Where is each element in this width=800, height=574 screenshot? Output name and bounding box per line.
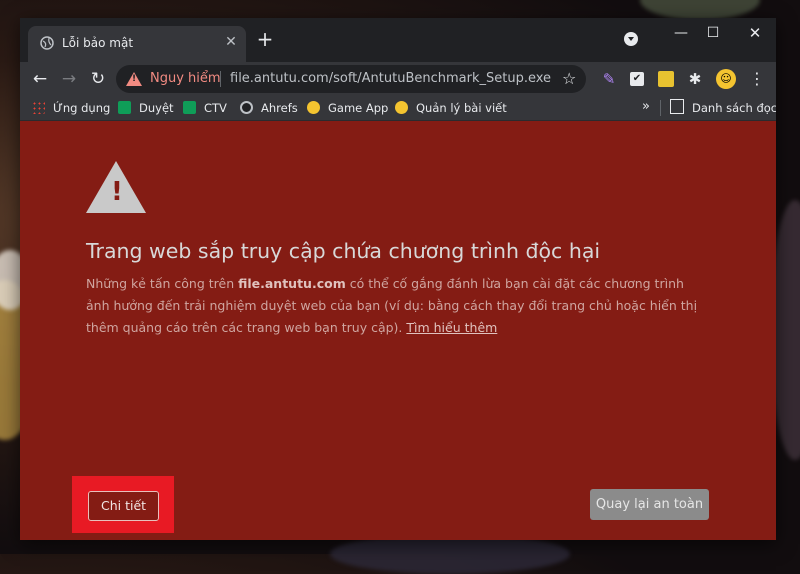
profile-avatar-icon[interactable]: ☺ <box>716 69 736 89</box>
pen-extension-icon[interactable]: ✎ <box>600 70 618 88</box>
bookmark-label: Game App <box>328 101 389 115</box>
bookmark-duyet[interactable]: Duyệt <box>118 99 174 117</box>
bookmark-label: CTV <box>204 101 227 115</box>
tab-strip: Lỗi bảo mật ✕ + — ☐ ✕ <box>20 18 776 62</box>
apps-grid-icon <box>32 101 45 114</box>
url-text[interactable]: file.antutu.com/soft/AntutuBenchmark_Set… <box>230 71 551 86</box>
forward-button[interactable]: → <box>58 68 80 90</box>
mmo-extension-icon[interactable] <box>658 71 674 87</box>
new-tab-button[interactable]: + <box>256 29 274 49</box>
back-to-safety-button[interactable]: Quay lại an toàn <box>590 489 709 520</box>
bookmark-game-app[interactable]: Game App <box>307 99 388 117</box>
bookmark-label: Quản lý bài viết <box>416 101 507 115</box>
page-title: Trang web sắp truy cập chứa chương trình… <box>86 239 601 263</box>
details-button[interactable]: Chi tiết <box>88 491 159 521</box>
extensions-puzzle-icon[interactable]: ✱ <box>686 70 704 88</box>
address-divider <box>220 71 221 87</box>
runner-icon <box>307 101 320 114</box>
wallpaper-art <box>330 534 570 574</box>
runner-icon <box>395 101 408 114</box>
malware-warning-page: ! Trang web sắp truy cập chứa chương trì… <box>20 121 776 540</box>
bookmark-apps[interactable]: Ứng dụng <box>32 99 110 117</box>
sheets-icon <box>118 101 131 114</box>
security-status[interactable]: Nguy hiểm <box>150 71 221 86</box>
malicious-domain: file.antutu.com <box>238 276 346 291</box>
wallpaper-art <box>640 0 760 20</box>
tab-title: Lỗi bảo mật <box>62 36 134 50</box>
menu-icon[interactable]: ⋮ <box>748 70 766 88</box>
description-text: Những kẻ tấn công trên <box>86 276 239 291</box>
tab-search-icon[interactable] <box>624 32 638 46</box>
learn-more-link[interactable]: Tìm hiểu thêm <box>406 320 497 335</box>
bookmark-label: Ứng dụng <box>53 101 111 115</box>
tab-close-icon[interactable]: ✕ <box>224 35 238 49</box>
maximize-button[interactable]: ☐ <box>698 22 728 44</box>
reload-button[interactable]: ↻ <box>87 68 109 90</box>
bookmarks-bar: Ứng dụng Duyệt CTV Ahrefs Game App Quản … <box>20 96 776 121</box>
globe-icon <box>40 36 54 50</box>
warning-exclamation: ! <box>111 177 123 207</box>
bookmark-label: Ahrefs <box>261 101 298 115</box>
back-button[interactable]: ← <box>29 68 51 90</box>
bookmark-quan-ly-bai-viet[interactable]: Quản lý bài viết <box>395 99 507 117</box>
warning-icon[interactable] <box>126 72 142 86</box>
reading-list-label: Danh sách đọc <box>692 101 776 115</box>
reading-list-button[interactable]: Danh sách đọc <box>670 99 776 117</box>
bookmark-star-icon[interactable]: ☆ <box>562 69 576 88</box>
bookmark-ahrefs[interactable]: Ahrefs <box>240 99 298 117</box>
bookmark-ctv[interactable]: CTV <box>183 99 227 117</box>
reading-list-icon <box>670 99 684 114</box>
browser-window: Lỗi bảo mật ✕ + — ☐ ✕ ← → ↻ Nguy hiểm fi… <box>20 18 776 540</box>
globe-icon <box>240 101 253 114</box>
minimize-button[interactable]: — <box>666 22 696 44</box>
address-bar[interactable]: Nguy hiểm file.antutu.com/soft/AntutuBen… <box>116 65 586 93</box>
checkbox-extension-icon[interactable]: ✔ <box>630 72 644 86</box>
bookmarks-divider <box>660 100 661 116</box>
bookmark-label: Duyệt <box>139 101 174 115</box>
close-window-button[interactable]: ✕ <box>740 22 770 44</box>
toolbar: ← → ↻ Nguy hiểm file.antutu.com/soft/Ant… <box>20 62 776 96</box>
warning-description: Những kẻ tấn công trên file.antutu.com c… <box>86 273 706 339</box>
tab-security-error[interactable]: Lỗi bảo mật ✕ <box>28 26 246 62</box>
sheets-icon <box>183 101 196 114</box>
more-bookmarks-chevron-icon[interactable]: » <box>642 99 650 114</box>
